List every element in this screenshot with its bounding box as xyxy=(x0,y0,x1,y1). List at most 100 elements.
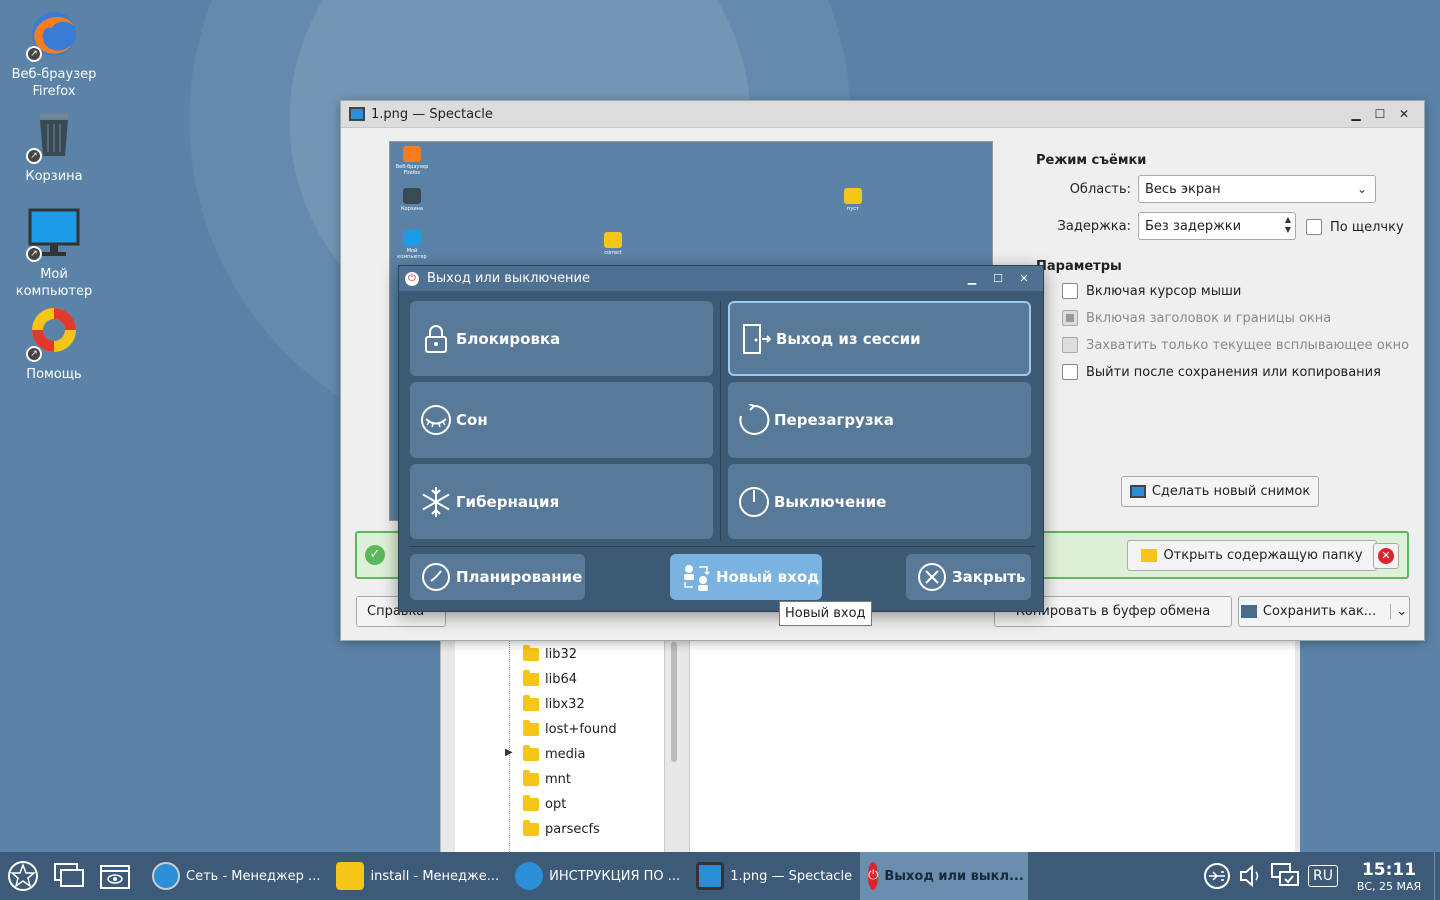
task-label: 1.png — Spectacle xyxy=(730,868,853,884)
dismiss-notification-button[interactable]: ✕ xyxy=(1373,543,1399,569)
delay-spinbox[interactable]: Без задержки ▲ ▼ xyxy=(1138,212,1296,240)
on-click-checkbox[interactable]: По щелчку xyxy=(1306,219,1404,235)
close-dialog-button[interactable]: Закрыть xyxy=(906,554,1031,600)
sleep-button[interactable]: Сон xyxy=(410,382,713,458)
button-label: Копировать в буфер обмена xyxy=(1015,604,1211,619)
area-select[interactable]: Весь экран ⌄ xyxy=(1138,175,1376,203)
taskbar-item-install-folder[interactable]: install - Менедже... xyxy=(328,852,507,900)
reboot-button[interactable]: Перезагрузка xyxy=(728,382,1031,458)
button-label: Перезагрузка xyxy=(774,411,894,429)
taskbar-item-spectacle[interactable]: 1.png — Spectacle xyxy=(688,852,860,900)
desktop-icon-help[interactable]: ↗ Помощь xyxy=(4,306,104,383)
checkbox-label: Выйти после сохранения или копирования xyxy=(1086,364,1381,380)
shutdown-button[interactable]: Выключение xyxy=(728,464,1031,539)
button-label: Открыть содержащую папку xyxy=(1163,548,1363,563)
desktop-icon-computer[interactable]: ↗ Мой компьютер xyxy=(4,206,104,300)
preview-desktop-icon: Корзина xyxy=(392,188,432,212)
tree-item[interactable]: lib32 xyxy=(523,643,577,665)
checkbox-box xyxy=(1062,310,1078,326)
preview-label: Корзина xyxy=(400,206,424,212)
power-icon xyxy=(738,486,770,518)
expand-arrow-icon[interactable]: ▶ xyxy=(505,747,513,758)
show-desktop-button[interactable] xyxy=(92,852,138,900)
open-folder-button[interactable]: Открыть содержащую папку xyxy=(1127,540,1377,571)
close-icon: ✕ xyxy=(1378,548,1394,564)
maximize-icon[interactable]: ☐ xyxy=(1368,107,1392,121)
new-login-button[interactable]: Новый вход xyxy=(670,554,822,600)
desktop-eye-icon xyxy=(100,865,130,889)
preview-label: Мой компьютер xyxy=(397,248,427,260)
delay-label: Задержка: xyxy=(1057,219,1131,234)
tree-item[interactable]: parsecfs xyxy=(523,818,600,840)
checkbox-box[interactable] xyxy=(1062,283,1078,299)
preview-label: пуст xyxy=(847,206,859,212)
tree-item[interactable]: lost+found xyxy=(523,718,617,740)
start-menu-button[interactable] xyxy=(0,852,46,900)
desktop-icon-trash[interactable]: ↗ Корзина xyxy=(4,108,104,185)
folder-icon xyxy=(336,862,365,890)
star-launcher-icon xyxy=(8,861,38,891)
lock-button[interactable]: Блокировка xyxy=(410,301,713,376)
folder-icon xyxy=(844,188,862,204)
desktop-icon-firefox[interactable]: ↗ Веб-браузер Firefox xyxy=(4,6,104,100)
checkbox-box[interactable] xyxy=(1062,364,1078,380)
tree-item[interactable]: media xyxy=(523,743,586,765)
option-include-decorations: Включая заголовок и границы окна xyxy=(1062,310,1331,326)
close-icon[interactable]: ✕ xyxy=(1011,272,1037,285)
tree-item[interactable]: lib64 xyxy=(523,668,577,690)
tree-item[interactable]: opt xyxy=(523,793,566,815)
checkbox-box[interactable] xyxy=(1306,219,1322,235)
schedule-button[interactable]: Планирование xyxy=(410,554,585,600)
tree-scrollbar[interactable] xyxy=(671,642,677,762)
logout-dialog: ⏻ Выход или выключение ▁ ☐ ✕ Блокировка … xyxy=(398,265,1044,612)
desktop-icon-label: Корзина xyxy=(25,169,83,184)
close-icon[interactable]: ✕ xyxy=(1392,107,1416,121)
clock[interactable]: 15:11 ВС, 25 МАЯ xyxy=(1344,860,1434,893)
taskbar-item-network-manager[interactable]: Сеть - Менеджер ... xyxy=(144,852,328,900)
spectacle-titlebar[interactable]: 1.png — Spectacle ▁ ☐ ✕ xyxy=(341,101,1424,128)
tree-item-label: lost+found xyxy=(545,721,617,737)
folder-icon xyxy=(523,694,539,711)
task-label: Выход или выкл... xyxy=(884,868,1024,884)
spectacle-icon xyxy=(349,107,365,121)
save-as-button[interactable]: Сохранить как... ⌄ xyxy=(1238,596,1410,627)
checkbox-label: Включая заголовок и границы окна xyxy=(1086,310,1332,326)
language-label: RU xyxy=(1308,865,1338,887)
button-label: Блокировка xyxy=(456,329,561,348)
computer-icon xyxy=(403,230,421,246)
volume-icon[interactable] xyxy=(1234,863,1268,889)
button-label: Сделать новый снимок xyxy=(1151,484,1311,499)
show-windows-button[interactable] xyxy=(46,852,92,900)
logout-session-button[interactable]: Выход из сессии xyxy=(728,301,1031,376)
folder-tree: lib32 lib64 libx32 lost+found ▶ media mn… xyxy=(455,640,665,852)
save-icon xyxy=(1240,605,1257,618)
minimize-icon[interactable]: ▁ xyxy=(959,272,985,285)
option-include-cursor[interactable]: Включая курсор мыши xyxy=(1062,283,1241,299)
folder-open-icon xyxy=(1141,549,1158,562)
snowflake-icon xyxy=(420,486,452,518)
show-desktop-strip[interactable] xyxy=(1434,852,1440,900)
params-heading: Параметры xyxy=(1036,259,1122,274)
tree-item[interactable]: mnt xyxy=(523,768,571,790)
folder-icon xyxy=(523,669,539,686)
network-connection-icon[interactable] xyxy=(1268,862,1302,890)
document-viewer-icon xyxy=(515,862,544,890)
task-label: Сеть - Менеджер ... xyxy=(186,868,321,884)
minimize-icon[interactable]: ▁ xyxy=(1344,107,1368,121)
keyboard-layout-indicator[interactable]: RU xyxy=(1302,865,1344,887)
logout-titlebar[interactable]: ⏻ Выход или выключение ▁ ☐ ✕ xyxy=(399,266,1043,291)
taskbar-item-instruction-doc[interactable]: ИНСТРУКЦИЯ ПО ... xyxy=(507,852,688,900)
task-label: install - Менедже... xyxy=(370,868,500,884)
option-quit-after-save[interactable]: Выйти после сохранения или копирования xyxy=(1062,364,1381,380)
usb-icon[interactable] xyxy=(1200,862,1234,890)
maximize-icon[interactable]: ☐ xyxy=(985,272,1011,285)
hibernate-button[interactable]: Гибернация xyxy=(410,464,713,539)
tree-item-label: libx32 xyxy=(545,696,585,712)
taskbar-item-logout-dialog[interactable]: ⏻ Выход или выкл... xyxy=(860,852,1029,900)
spin-arrows-icon[interactable]: ▲ ▼ xyxy=(1285,215,1291,235)
tree-item[interactable]: libx32 xyxy=(523,693,585,715)
tree-item-label: media xyxy=(545,746,586,762)
divider xyxy=(720,301,721,541)
chevron-down-icon[interactable]: ⌄ xyxy=(1390,604,1407,619)
new-screenshot-button[interactable]: Сделать новый снимок xyxy=(1121,476,1319,507)
